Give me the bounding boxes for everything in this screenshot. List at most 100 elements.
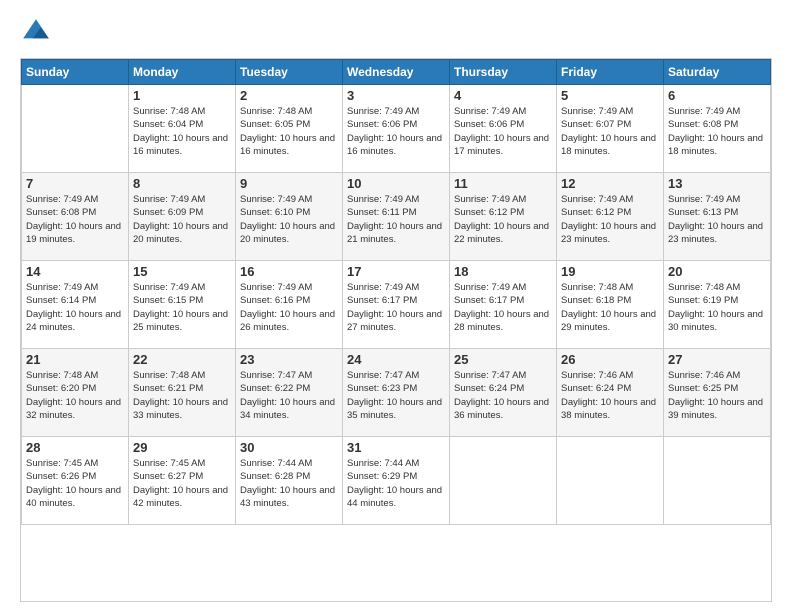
calendar-cell: 15 Sunrise: 7:49 AMSunset: 6:15 PMDaylig… [129,261,236,349]
day-number: 10 [347,176,445,191]
day-number: 14 [26,264,124,279]
calendar-cell: 10 Sunrise: 7:49 AMSunset: 6:11 PMDaylig… [343,173,450,261]
day-info: Sunrise: 7:49 AMSunset: 6:09 PMDaylight:… [133,193,231,246]
calendar-week-row: 14 Sunrise: 7:49 AMSunset: 6:14 PMDaylig… [22,261,771,349]
day-number: 12 [561,176,659,191]
day-info: Sunrise: 7:49 AMSunset: 6:06 PMDaylight:… [454,105,552,158]
header [20,16,772,48]
calendar-cell: 25 Sunrise: 7:47 AMSunset: 6:24 PMDaylig… [450,349,557,437]
day-info: Sunrise: 7:44 AMSunset: 6:28 PMDaylight:… [240,457,338,510]
calendar-cell: 20 Sunrise: 7:48 AMSunset: 6:19 PMDaylig… [664,261,771,349]
day-number: 24 [347,352,445,367]
calendar-cell: 11 Sunrise: 7:49 AMSunset: 6:12 PMDaylig… [450,173,557,261]
day-number: 9 [240,176,338,191]
day-info: Sunrise: 7:46 AMSunset: 6:25 PMDaylight:… [668,369,766,422]
day-info: Sunrise: 7:48 AMSunset: 6:04 PMDaylight:… [133,105,231,158]
calendar-cell: 13 Sunrise: 7:49 AMSunset: 6:13 PMDaylig… [664,173,771,261]
calendar-week-row: 7 Sunrise: 7:49 AMSunset: 6:08 PMDayligh… [22,173,771,261]
calendar-cell [22,85,129,173]
day-info: Sunrise: 7:49 AMSunset: 6:13 PMDaylight:… [668,193,766,246]
page: Sunday Monday Tuesday Wednesday Thursday… [0,0,792,612]
header-saturday: Saturday [664,60,771,85]
calendar-cell: 5 Sunrise: 7:49 AMSunset: 6:07 PMDayligh… [557,85,664,173]
day-info: Sunrise: 7:49 AMSunset: 6:12 PMDaylight:… [454,193,552,246]
calendar-cell: 30 Sunrise: 7:44 AMSunset: 6:28 PMDaylig… [236,437,343,525]
day-number: 21 [26,352,124,367]
header-monday: Monday [129,60,236,85]
day-info: Sunrise: 7:47 AMSunset: 6:22 PMDaylight:… [240,369,338,422]
calendar-cell: 19 Sunrise: 7:48 AMSunset: 6:18 PMDaylig… [557,261,664,349]
calendar: Sunday Monday Tuesday Wednesday Thursday… [20,58,772,602]
day-info: Sunrise: 7:49 AMSunset: 6:08 PMDaylight:… [26,193,124,246]
day-number: 3 [347,88,445,103]
day-number: 22 [133,352,231,367]
day-number: 20 [668,264,766,279]
calendar-cell: 24 Sunrise: 7:47 AMSunset: 6:23 PMDaylig… [343,349,450,437]
day-info: Sunrise: 7:47 AMSunset: 6:23 PMDaylight:… [347,369,445,422]
day-info: Sunrise: 7:48 AMSunset: 6:05 PMDaylight:… [240,105,338,158]
day-number: 23 [240,352,338,367]
day-number: 5 [561,88,659,103]
day-number: 29 [133,440,231,455]
calendar-cell: 4 Sunrise: 7:49 AMSunset: 6:06 PMDayligh… [450,85,557,173]
day-number: 16 [240,264,338,279]
header-tuesday: Tuesday [236,60,343,85]
logo-icon [20,16,52,48]
day-info: Sunrise: 7:45 AMSunset: 6:26 PMDaylight:… [26,457,124,510]
day-number: 28 [26,440,124,455]
calendar-cell: 6 Sunrise: 7:49 AMSunset: 6:08 PMDayligh… [664,85,771,173]
day-number: 4 [454,88,552,103]
day-number: 27 [668,352,766,367]
day-number: 1 [133,88,231,103]
header-friday: Friday [557,60,664,85]
day-number: 18 [454,264,552,279]
day-number: 31 [347,440,445,455]
calendar-cell: 14 Sunrise: 7:49 AMSunset: 6:14 PMDaylig… [22,261,129,349]
calendar-cell: 7 Sunrise: 7:49 AMSunset: 6:08 PMDayligh… [22,173,129,261]
day-info: Sunrise: 7:49 AMSunset: 6:16 PMDaylight:… [240,281,338,334]
calendar-cell: 12 Sunrise: 7:49 AMSunset: 6:12 PMDaylig… [557,173,664,261]
calendar-cell [664,437,771,525]
day-number: 25 [454,352,552,367]
day-info: Sunrise: 7:49 AMSunset: 6:12 PMDaylight:… [561,193,659,246]
calendar-cell: 28 Sunrise: 7:45 AMSunset: 6:26 PMDaylig… [22,437,129,525]
calendar-cell: 29 Sunrise: 7:45 AMSunset: 6:27 PMDaylig… [129,437,236,525]
calendar-cell: 3 Sunrise: 7:49 AMSunset: 6:06 PMDayligh… [343,85,450,173]
day-number: 30 [240,440,338,455]
day-number: 7 [26,176,124,191]
day-info: Sunrise: 7:49 AMSunset: 6:15 PMDaylight:… [133,281,231,334]
day-info: Sunrise: 7:49 AMSunset: 6:17 PMDaylight:… [347,281,445,334]
day-info: Sunrise: 7:44 AMSunset: 6:29 PMDaylight:… [347,457,445,510]
day-number: 2 [240,88,338,103]
calendar-cell: 18 Sunrise: 7:49 AMSunset: 6:17 PMDaylig… [450,261,557,349]
calendar-week-row: 21 Sunrise: 7:48 AMSunset: 6:20 PMDaylig… [22,349,771,437]
calendar-cell: 9 Sunrise: 7:49 AMSunset: 6:10 PMDayligh… [236,173,343,261]
day-info: Sunrise: 7:48 AMSunset: 6:20 PMDaylight:… [26,369,124,422]
day-number: 26 [561,352,659,367]
day-number: 13 [668,176,766,191]
day-info: Sunrise: 7:49 AMSunset: 6:08 PMDaylight:… [668,105,766,158]
calendar-cell [450,437,557,525]
calendar-cell: 17 Sunrise: 7:49 AMSunset: 6:17 PMDaylig… [343,261,450,349]
calendar-cell: 22 Sunrise: 7:48 AMSunset: 6:21 PMDaylig… [129,349,236,437]
calendar-cell: 1 Sunrise: 7:48 AMSunset: 6:04 PMDayligh… [129,85,236,173]
calendar-cell: 21 Sunrise: 7:48 AMSunset: 6:20 PMDaylig… [22,349,129,437]
calendar-cell: 26 Sunrise: 7:46 AMSunset: 6:24 PMDaylig… [557,349,664,437]
day-number: 15 [133,264,231,279]
day-info: Sunrise: 7:48 AMSunset: 6:21 PMDaylight:… [133,369,231,422]
day-info: Sunrise: 7:49 AMSunset: 6:11 PMDaylight:… [347,193,445,246]
logo [20,16,56,48]
day-info: Sunrise: 7:48 AMSunset: 6:18 PMDaylight:… [561,281,659,334]
calendar-cell: 8 Sunrise: 7:49 AMSunset: 6:09 PMDayligh… [129,173,236,261]
day-number: 17 [347,264,445,279]
calendar-table: Sunday Monday Tuesday Wednesday Thursday… [21,59,771,525]
day-info: Sunrise: 7:46 AMSunset: 6:24 PMDaylight:… [561,369,659,422]
day-info: Sunrise: 7:45 AMSunset: 6:27 PMDaylight:… [133,457,231,510]
day-info: Sunrise: 7:49 AMSunset: 6:10 PMDaylight:… [240,193,338,246]
calendar-week-row: 28 Sunrise: 7:45 AMSunset: 6:26 PMDaylig… [22,437,771,525]
calendar-cell: 27 Sunrise: 7:46 AMSunset: 6:25 PMDaylig… [664,349,771,437]
calendar-cell [557,437,664,525]
day-info: Sunrise: 7:47 AMSunset: 6:24 PMDaylight:… [454,369,552,422]
header-wednesday: Wednesday [343,60,450,85]
day-info: Sunrise: 7:49 AMSunset: 6:17 PMDaylight:… [454,281,552,334]
